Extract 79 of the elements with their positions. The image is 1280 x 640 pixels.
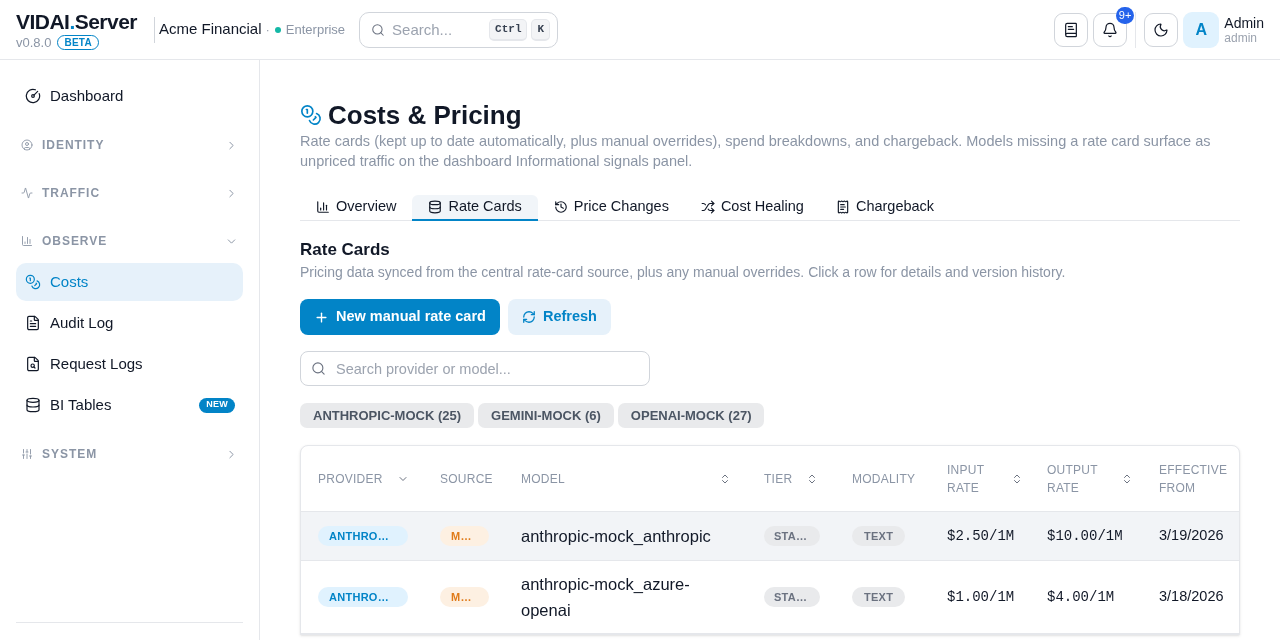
sidebar-item[interactable]: BI Tables NEW xyxy=(16,386,243,424)
modality-tag: TEXT xyxy=(852,587,906,607)
theme-toggle-button[interactable] xyxy=(1144,12,1179,47)
plus-icon xyxy=(314,309,329,325)
tab[interactable]: Rate Cards xyxy=(412,195,538,221)
coins-icon xyxy=(300,104,322,126)
shuffle-icon xyxy=(700,200,715,214)
sliders-icon xyxy=(21,448,33,460)
effective-date: 3/19/2026 xyxy=(1159,526,1224,546)
search-icon xyxy=(371,22,386,37)
moon-icon xyxy=(1153,21,1170,38)
section-description: Pricing data synced from the central rate-card source, plus any manual overrides. Click a row for details and version history. xyxy=(300,263,1067,282)
history-icon xyxy=(553,200,568,214)
user-name: Admin xyxy=(1224,14,1264,31)
output-rate: $10.00/1M xyxy=(1047,526,1123,546)
sidebar-item[interactable]: Costs xyxy=(16,263,243,301)
input-rate: $1.00/1M xyxy=(947,587,1015,607)
source-tag: M… xyxy=(440,526,489,546)
provider-filter-chip[interactable]: GEMINI-MOCK (6) xyxy=(478,403,614,428)
database-icon xyxy=(428,200,443,214)
sidebar-item[interactable]: Request Logs xyxy=(16,345,243,383)
sort-icon[interactable] xyxy=(1121,472,1133,485)
table-row[interactable]: ANTHRO… M… anthropic-mock_anthropic STA… TEXT $2.50/1M $10.00/1M 3/19/2026 xyxy=(301,512,1239,561)
section-title: Rate Cards xyxy=(300,239,391,261)
plan-label: Enterprise xyxy=(285,20,346,39)
sort-icon[interactable] xyxy=(1011,472,1023,485)
shortcut-key: Ctrl xyxy=(489,18,528,41)
refresh-icon xyxy=(521,310,536,324)
tab[interactable]: Chargeback xyxy=(819,195,951,221)
input-rate: $2.50/1M xyxy=(947,526,1015,546)
search-icon xyxy=(311,361,326,376)
tier-tag: STA… xyxy=(764,526,820,546)
new-badge: NEW xyxy=(199,397,235,413)
bell-icon xyxy=(1102,21,1119,38)
bar-chart-icon xyxy=(316,200,330,214)
separator-dot: · xyxy=(265,20,270,39)
output-rate: $4.00/1M xyxy=(1047,587,1115,607)
source-tag: M… xyxy=(440,587,489,607)
database-icon xyxy=(25,397,41,413)
user-handle: admin xyxy=(1224,30,1258,45)
organization-name: Acme Financial xyxy=(158,19,262,40)
version-text: v0.8.0 xyxy=(16,34,52,50)
page-title: Costs & Pricing xyxy=(328,100,522,130)
tab[interactable]: Overview xyxy=(300,195,413,221)
receipt-icon xyxy=(835,200,850,214)
user-circle-icon xyxy=(21,139,33,151)
modality-tag: TEXT xyxy=(852,526,906,546)
sort-icon[interactable] xyxy=(719,472,731,485)
notification-count-badge: 9+ xyxy=(1115,6,1135,24)
document-icon xyxy=(25,315,41,331)
book-icon xyxy=(1063,21,1080,38)
sidebar-item[interactable]: Dashboard xyxy=(16,77,243,115)
coins-icon xyxy=(25,274,41,290)
pulse-icon xyxy=(21,187,33,199)
page-description: Rate cards (kept up to date automatically, plus manual overrides), spend breakdowns, and chargeback. Models missing a rate card surface as unpriced traffic on the dashboard Informational signals panel. xyxy=(300,132,1212,171)
column-header: MODALITY xyxy=(851,470,917,488)
tab[interactable]: Price Changes xyxy=(537,195,685,221)
column-header: SOURCE xyxy=(439,470,494,488)
model-name: anthropic-mock_anthropic xyxy=(521,526,711,547)
provider-tag: ANTHRO… xyxy=(318,587,408,607)
book-button[interactable] xyxy=(1054,12,1089,47)
document-search-icon xyxy=(25,356,41,372)
tab[interactable]: Cost Healing xyxy=(684,195,820,221)
brand-name: VIDAI.Server xyxy=(16,9,137,34)
gauge-icon xyxy=(25,88,41,104)
provider-filter-chip[interactable]: ANTHROPIC-MOCK (25) xyxy=(300,403,475,428)
column-header: EFFECTIVE FROM xyxy=(1158,461,1229,497)
search-field[interactable]: Search provider or model... xyxy=(300,351,650,386)
new-rate-card-button[interactable]: New manual rate card xyxy=(300,299,500,335)
model-name: anthropic-mock_azure-openai xyxy=(521,574,691,621)
provider-filter-chip[interactable]: OPENAI-MOCK (27) xyxy=(617,403,765,428)
user-avatar[interactable]: A xyxy=(1183,11,1220,48)
effective-date: 3/18/2026 xyxy=(1159,587,1224,607)
table-row[interactable]: ANTHRO… M… anthropic-mock_azure-openai STA… TEXT $1.00/1M $4.00/1M 3/18/2026 xyxy=(301,561,1239,634)
refresh-button[interactable]: Refresh xyxy=(507,299,611,335)
sidebar-item[interactable]: Audit Log xyxy=(16,304,243,342)
bar-chart-icon xyxy=(21,235,33,247)
tier-tag: STA… xyxy=(764,587,820,607)
provider-tag: ANTHRO… xyxy=(318,526,408,546)
